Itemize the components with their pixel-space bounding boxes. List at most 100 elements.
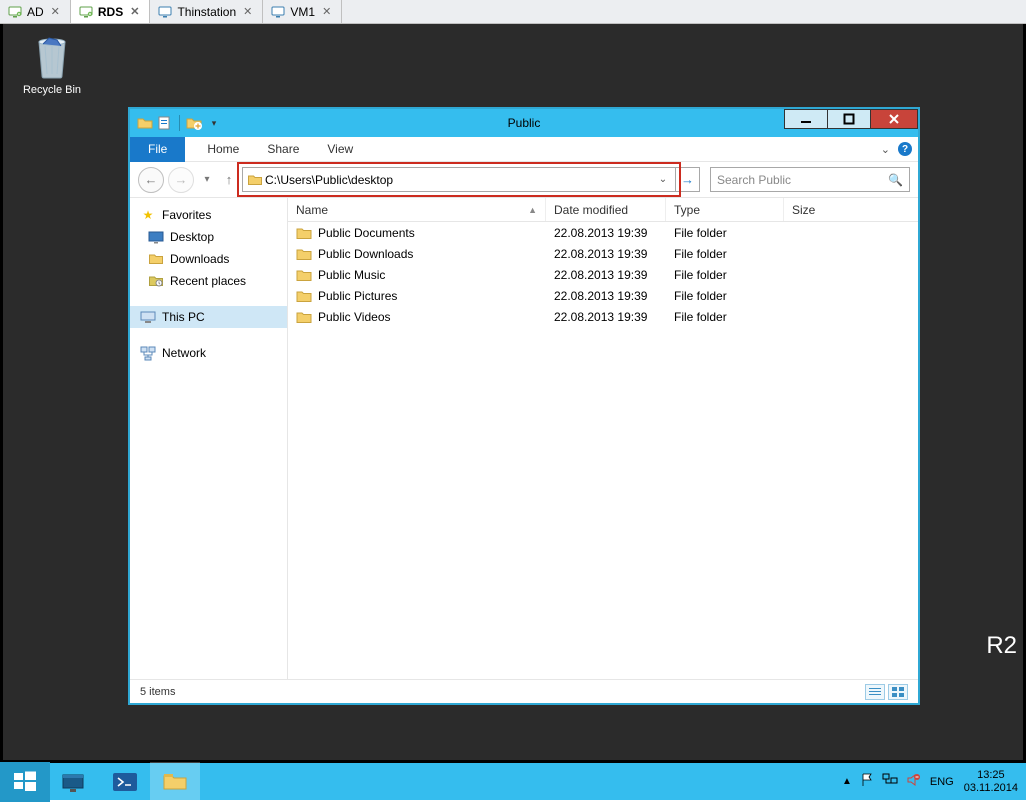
recycle-bin-icon [31,32,73,80]
vm-tab-ad[interactable]: AD ✕ [0,0,71,23]
desktop-icon [148,229,164,245]
recent-locations-icon[interactable]: ▾ [198,167,216,193]
system-tray: ▲ ENG 13:25 03.11.2014 [842,769,1026,795]
window-title: Public [508,116,541,130]
tiles-view-button[interactable] [888,684,908,700]
computer-icon [140,309,156,325]
status-bar: 5 items [130,679,918,703]
table-row[interactable]: Public Music22.08.2013 19:39File folder [288,264,918,285]
col-size[interactable]: Size [784,198,918,221]
close-icon[interactable]: ✕ [49,5,62,18]
vm-tab-thinstation[interactable]: Thinstation ✕ [150,0,263,23]
recent-icon [148,273,164,289]
table-row[interactable]: Public Pictures22.08.2013 19:39File fold… [288,285,918,306]
search-icon: 🔍 [888,173,903,187]
table-row[interactable]: Public Downloads22.08.2013 19:39File fol… [288,243,918,264]
taskbar-powershell[interactable] [100,762,150,802]
taskbar-server-manager[interactable] [50,762,100,802]
start-button[interactable] [0,762,50,802]
table-row[interactable]: Public Documents 22.08.2013 19:39File fol… [288,222,918,243]
tray-up-icon[interactable]: ▲ [842,776,852,787]
vm-tab-rds[interactable]: RDS ✕ [71,0,151,23]
col-name[interactable]: Name▲ [288,198,546,221]
close-icon[interactable]: ✕ [320,5,333,18]
up-button[interactable]: ↑ [220,167,238,193]
file-type: File folder [666,268,784,282]
file-name: Public Videos [318,310,391,324]
minimize-button[interactable] [784,109,828,129]
folder-icon [296,226,312,240]
help-icon[interactable]: ? [898,142,912,156]
vm-tab-bar: AD ✕ RDS ✕ Thinstation ✕ VM1 ✕ [0,0,1026,24]
recycle-bin[interactable]: Recycle Bin [17,32,87,96]
status-text: 5 items [140,686,175,698]
new-folder-icon[interactable] [185,114,203,132]
search-box[interactable]: Search Public 🔍 [710,167,910,192]
forward-button[interactable]: → [168,167,194,193]
close-icon[interactable]: ✕ [241,5,254,18]
vm-tab-label: AD [27,5,44,19]
close-button[interactable] [870,109,918,129]
file-name: Public Pictures [318,289,397,303]
sidebar-favorites[interactable]: ★Favorites [130,204,287,226]
sound-icon[interactable] [906,773,920,790]
vm-tab-label: RDS [98,5,123,19]
tab-home[interactable]: Home [193,142,253,156]
desktop[interactable]: Recycle Bin R2 ▾ Public File Home Share … [0,24,1026,760]
explorer-window: ▾ Public File Home Share View ⌄ ? ← → ▾ … [129,108,919,704]
monitor-icon [79,6,93,18]
details-view-button[interactable] [865,684,885,700]
column-headers[interactable]: Name▲ Date modified Type Size [288,198,918,222]
sidebar-item-desktop[interactable]: Desktop [130,226,287,248]
sidebar-network[interactable]: Network [130,342,287,364]
flag-icon[interactable] [860,773,874,790]
address-input[interactable] [263,173,655,187]
file-name: Public Music [318,268,385,282]
network-icon [140,345,156,361]
file-type: File folder [666,226,784,240]
props-icon[interactable] [156,114,174,132]
file-date: 22.08.2013 19:39 [546,226,666,240]
sort-indicator-icon: ▲ [528,205,537,215]
search-placeholder: Search Public [717,173,791,187]
col-date[interactable]: Date modified [546,198,666,221]
network-tray-icon[interactable] [882,773,898,790]
language-indicator[interactable]: ENG [930,776,954,788]
sidebar-item-recent[interactable]: Recent places [130,270,287,292]
sidebar-thispc[interactable]: This PC [130,306,287,328]
tab-share[interactable]: Share [253,142,313,156]
address-bar[interactable]: ⌄ [242,167,676,192]
back-button[interactable]: ← [138,167,164,193]
table-row[interactable]: Public Videos22.08.2013 19:39File folder [288,306,918,327]
taskbar[interactable]: ▲ ENG 13:25 03.11.2014 [0,760,1026,800]
vm-tab-vm1[interactable]: VM1 ✕ [263,0,342,23]
monitor-icon [271,6,285,18]
file-tab[interactable]: File [130,137,185,162]
expand-ribbon-icon[interactable]: ⌄ [881,143,890,156]
tab-view[interactable]: View [313,142,367,156]
folder-icon [247,172,263,188]
folder-icon [296,268,312,282]
taskbar-explorer[interactable] [150,762,200,802]
clock-date: 03.11.2014 [964,782,1018,795]
quick-access-toolbar: ▾ [130,114,223,132]
clock[interactable]: 13:25 03.11.2014 [964,769,1018,795]
recycle-bin-label: Recycle Bin [17,84,87,96]
monitor-icon [158,6,172,18]
chevron-down-icon[interactable]: ▾ [205,114,223,132]
folder-icon [296,289,312,303]
chevron-down-icon[interactable]: ⌄ [655,174,671,185]
sidebar-item-downloads[interactable]: Downloads [130,248,287,270]
star-icon: ★ [140,207,156,223]
go-button[interactable]: → [676,167,700,192]
titlebar[interactable]: ▾ Public [130,109,918,137]
nav-row: ← → ▾ ↑ ⌄ → Search Public 🔍 [130,162,918,198]
file-date: 22.08.2013 19:39 [546,310,666,324]
close-icon[interactable]: ✕ [128,5,141,18]
folder-icon [136,114,154,132]
col-type[interactable]: Type [666,198,784,221]
monitor-icon [8,6,22,18]
vm-tab-label: VM1 [290,5,315,19]
file-name: Public Documents [318,226,415,240]
maximize-button[interactable] [827,109,871,129]
